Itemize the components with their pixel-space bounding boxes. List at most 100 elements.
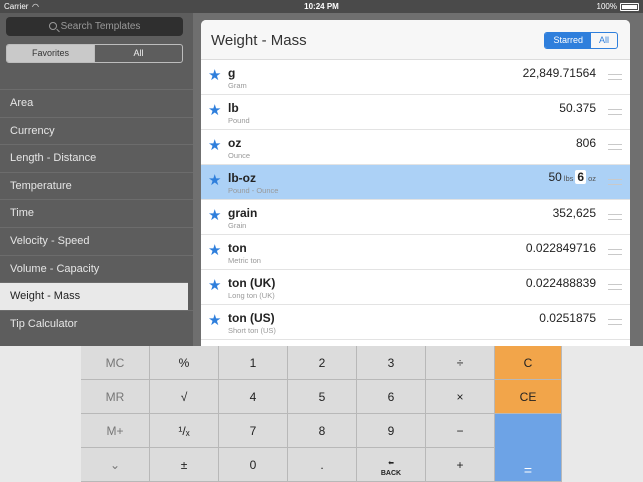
unit-value[interactable]: 352,625 bbox=[553, 206, 596, 220]
unit-value[interactable]: 806 bbox=[576, 136, 596, 150]
page-title: Weight - Mass bbox=[211, 32, 307, 49]
equals-button[interactable]: = bbox=[495, 414, 562, 482]
category-temperature[interactable]: Temperature bbox=[0, 171, 193, 200]
key-2[interactable]: 2 bbox=[288, 346, 357, 380]
clear-entry-button[interactable]: CE bbox=[495, 380, 562, 414]
reorder-handle-icon[interactable] bbox=[608, 179, 622, 185]
mc-button[interactable]: MC bbox=[81, 346, 150, 380]
multiply-button[interactable]: × bbox=[426, 380, 495, 414]
category-weight[interactable]: Weight - Mass bbox=[0, 282, 188, 310]
unit-name: grain bbox=[228, 206, 258, 220]
panel-header: Weight - Mass Starred All bbox=[201, 20, 630, 60]
key-0[interactable]: 0 bbox=[219, 448, 288, 482]
sidebar: Search Templates Favorites All Area Curr… bbox=[0, 13, 193, 346]
plus-minus-button[interactable]: ± bbox=[150, 448, 219, 482]
reciprocal-button[interactable]: ¹/ₓ bbox=[150, 414, 219, 448]
conversion-panel: Weight - Mass Starred All ★ g Gram 22,84… bbox=[201, 20, 630, 346]
search-icon bbox=[48, 22, 57, 30]
key-8[interactable]: 8 bbox=[288, 414, 357, 448]
unit-description: Long ton (UK) bbox=[228, 291, 275, 300]
unit-name: ton bbox=[228, 241, 247, 255]
unit-row-pound-ounce[interactable]: ★ lb-oz Pound - Ounce 50 lbs 6 oz bbox=[201, 165, 630, 200]
reorder-handle-icon[interactable] bbox=[608, 249, 622, 255]
plus-button[interactable]: + bbox=[426, 448, 495, 482]
oz-unit: oz bbox=[588, 174, 596, 183]
unit-name: g bbox=[228, 66, 236, 80]
unit-row-short-ton[interactable]: ★ ton (US) Short ton (US) 0.0251875 bbox=[201, 305, 630, 340]
lbs-value[interactable]: 50 bbox=[548, 170, 561, 184]
unit-name: ton (US) bbox=[228, 311, 275, 325]
sqrt-button[interactable]: √ bbox=[150, 380, 219, 414]
star-icon[interactable]: ★ bbox=[208, 66, 221, 84]
divide-button[interactable]: ÷ bbox=[426, 346, 495, 380]
category-velocity[interactable]: Velocity - Speed bbox=[0, 226, 193, 255]
segment-all[interactable]: All bbox=[94, 45, 182, 62]
decimal-button[interactable]: . bbox=[288, 448, 357, 482]
unit-description: Pound - Ounce bbox=[228, 186, 279, 195]
oz-value[interactable]: 6 bbox=[575, 170, 587, 184]
filter-starred[interactable]: Starred bbox=[545, 33, 591, 48]
reorder-handle-icon[interactable] bbox=[608, 214, 622, 220]
category-time[interactable]: Time bbox=[0, 199, 193, 227]
m-plus-button[interactable]: M+ bbox=[81, 414, 150, 448]
starred-all-filter: Starred All bbox=[544, 32, 618, 49]
category-length[interactable]: Length - Distance bbox=[0, 144, 193, 172]
unit-row-ounce[interactable]: ★ oz Ounce 806 bbox=[201, 130, 630, 165]
reorder-handle-icon[interactable] bbox=[608, 74, 622, 80]
category-list: Area Currency Length - Distance Temperat… bbox=[0, 89, 193, 337]
category-area[interactable]: Area bbox=[0, 89, 193, 117]
unit-row-grain[interactable]: ★ grain Grain 352,625 bbox=[201, 200, 630, 235]
key-6[interactable]: 6 bbox=[357, 380, 426, 414]
category-tip-calculator[interactable]: Tip Calculator bbox=[0, 309, 193, 338]
unit-row-pound[interactable]: ★ lb Pound 50.375 bbox=[201, 95, 630, 130]
unit-name: ton (UK) bbox=[228, 276, 276, 290]
unit-row-gram[interactable]: ★ g Gram 22,849.71564 bbox=[201, 60, 630, 95]
unit-description: Metric ton bbox=[228, 256, 261, 265]
reorder-handle-icon[interactable] bbox=[608, 284, 622, 290]
star-icon[interactable]: ★ bbox=[208, 276, 221, 294]
key-3[interactable]: 3 bbox=[357, 346, 426, 380]
star-icon[interactable]: ★ bbox=[208, 241, 221, 259]
category-volume[interactable]: Volume - Capacity bbox=[0, 254, 193, 283]
mr-button[interactable]: MR bbox=[81, 380, 150, 414]
unit-description: Gram bbox=[228, 81, 247, 90]
unit-row-long-ton[interactable]: ★ ton (UK) Long ton (UK) 0.022488839 bbox=[201, 270, 630, 305]
star-icon[interactable]: ★ bbox=[208, 171, 221, 189]
status-bar: Carrier ◠ 10:24 PM 100% bbox=[0, 0, 643, 13]
star-icon[interactable]: ★ bbox=[208, 311, 221, 329]
filter-all[interactable]: All bbox=[591, 33, 617, 48]
reorder-handle-icon[interactable] bbox=[608, 109, 622, 115]
backspace-arrow-icon: ⬅ bbox=[388, 460, 394, 467]
key-4[interactable]: 4 bbox=[219, 380, 288, 414]
key-9[interactable]: 9 bbox=[357, 414, 426, 448]
unit-name: oz bbox=[228, 136, 242, 150]
category-currency[interactable]: Currency bbox=[0, 116, 193, 145]
unit-value[interactable]: 22,849.71564 bbox=[523, 66, 596, 80]
backspace-button[interactable]: ⬅ BACK bbox=[357, 448, 426, 482]
star-icon[interactable]: ★ bbox=[208, 136, 221, 154]
clear-button[interactable]: C bbox=[495, 346, 562, 380]
star-icon[interactable]: ★ bbox=[208, 206, 221, 224]
key-5[interactable]: 5 bbox=[288, 380, 357, 414]
unit-description: Grain bbox=[228, 221, 247, 230]
battery-icon bbox=[620, 3, 639, 11]
lbs-unit: lbs bbox=[563, 174, 574, 183]
unit-value[interactable]: 0.022488839 bbox=[526, 276, 596, 290]
hide-keypad-button[interactable]: ⌄ bbox=[81, 448, 150, 482]
minus-button[interactable]: − bbox=[426, 414, 495, 448]
star-icon[interactable]: ★ bbox=[208, 101, 221, 119]
key-1[interactable]: 1 bbox=[219, 346, 288, 380]
unit-row-metric-ton[interactable]: ★ ton Metric ton 0.022849716 bbox=[201, 235, 630, 270]
unit-value[interactable]: 0.0251875 bbox=[539, 311, 596, 325]
search-input[interactable]: Search Templates bbox=[6, 17, 183, 36]
reorder-handle-icon[interactable] bbox=[608, 144, 622, 150]
favorites-all-segment: Favorites All bbox=[6, 44, 183, 63]
key-7[interactable]: 7 bbox=[219, 414, 288, 448]
percent-button[interactable]: % bbox=[150, 346, 219, 380]
unit-name: lb bbox=[228, 101, 239, 115]
unit-value[interactable]: 0.022849716 bbox=[526, 241, 596, 255]
reorder-handle-icon[interactable] bbox=[608, 319, 622, 325]
segment-favorites[interactable]: Favorites bbox=[7, 45, 94, 62]
lb-oz-value[interactable]: 50 lbs 6 oz bbox=[548, 170, 596, 184]
unit-value[interactable]: 50.375 bbox=[559, 101, 596, 115]
